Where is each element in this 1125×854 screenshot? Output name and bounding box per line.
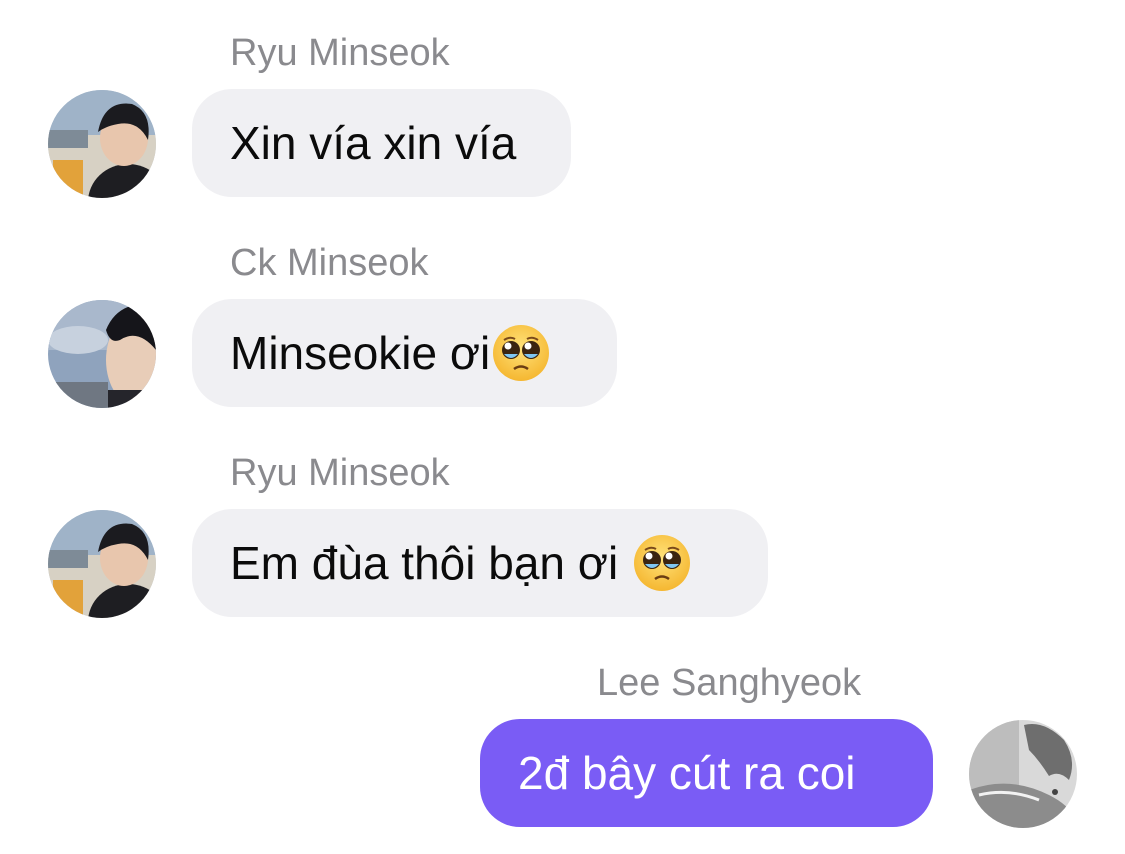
- message-text: 2đ bây cút ra coi: [518, 747, 856, 799]
- message-text: Minseokie ơi: [230, 327, 491, 379]
- avatar[interactable]: [969, 720, 1077, 828]
- avatar[interactable]: [48, 300, 156, 408]
- user-avatar-icon: [48, 510, 156, 618]
- sender-name: Ryu Minseok: [230, 32, 450, 74]
- message-text: Em đùa thôi bạn ơi: [230, 537, 631, 589]
- avatar[interactable]: [48, 510, 156, 618]
- user-avatar-icon: [48, 300, 156, 408]
- message-bubble[interactable]: Em đùa thôi bạn ơi: [192, 509, 768, 617]
- user-avatar-icon: [969, 720, 1077, 828]
- message-bubble[interactable]: Xin vía xin vía: [192, 89, 571, 197]
- pleading-face-icon: [492, 324, 550, 382]
- sender-name: Lee Sanghyeok: [597, 662, 862, 704]
- sender-name: Ryu Minseok: [230, 452, 450, 494]
- avatar[interactable]: [48, 90, 156, 198]
- chat-screen: { "messages": [ { "sender": "Ryu Minseok…: [0, 0, 1125, 854]
- pleading-face-icon: [633, 534, 691, 592]
- sender-name: Ck Minseok: [230, 242, 429, 284]
- message-bubble[interactable]: 2đ bây cút ra coi: [480, 719, 933, 827]
- user-avatar-icon: [48, 90, 156, 198]
- message-bubble[interactable]: Minseokie ơi: [192, 299, 617, 407]
- message-text: Xin vía xin vía: [230, 117, 517, 169]
